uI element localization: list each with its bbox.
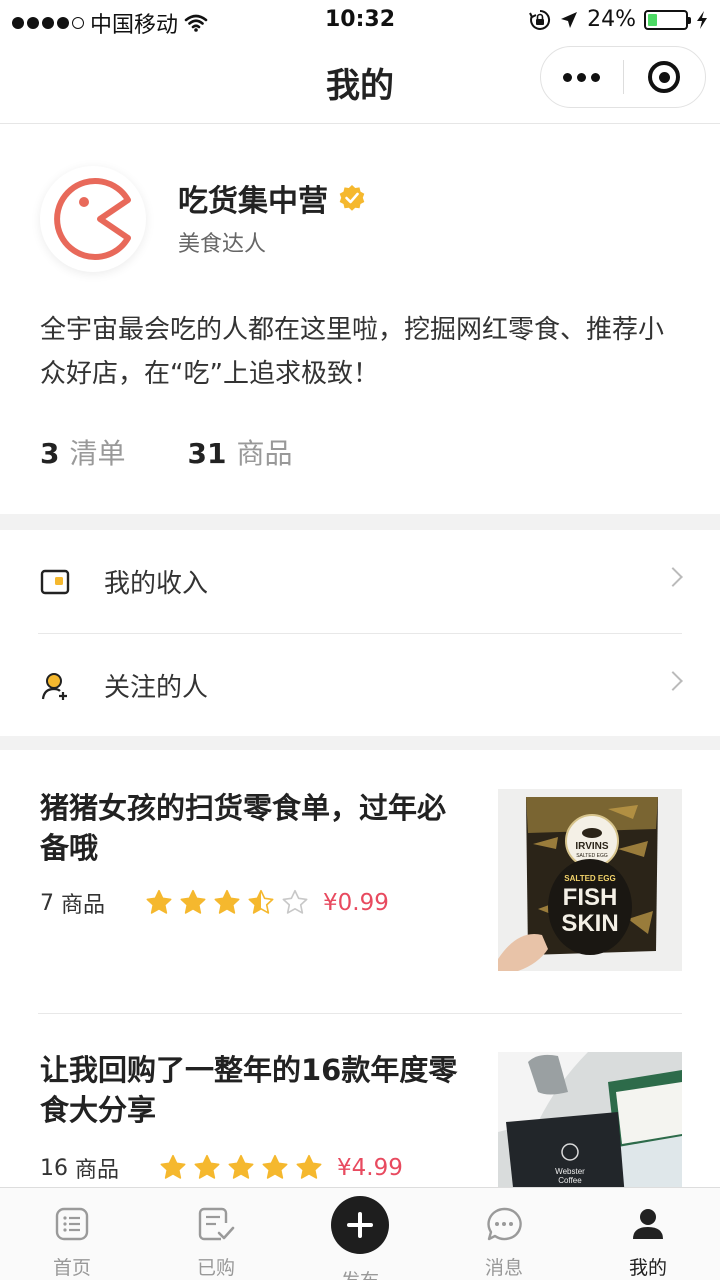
purchased-icon xyxy=(197,1204,235,1243)
home-list-icon xyxy=(54,1204,90,1243)
list-card-meta: 16 商品 ¥4.99 xyxy=(40,1152,403,1184)
orientation-lock-icon xyxy=(529,9,551,30)
list-card-count: 7 xyxy=(40,890,54,916)
list-card-price: ¥0.99 xyxy=(323,890,389,916)
chevron-right-icon xyxy=(663,567,683,587)
thumb-brand-text: Webster xyxy=(555,1167,585,1176)
profile-bio: 全宇宙最会吃的人都在这里啦，挖掘网红零食、推荐小众好店，在“吃”上追求极致！ xyxy=(40,315,665,389)
wallet-icon xyxy=(40,559,86,605)
tab-me-label: 我的 xyxy=(628,1257,667,1279)
person-icon xyxy=(630,1204,666,1243)
star-empty-icon xyxy=(282,889,308,914)
profile-name: 吃货集中营 xyxy=(178,184,328,219)
menu-list: 我的收入 关注的人 xyxy=(0,530,720,737)
star-full-icon xyxy=(194,1154,220,1179)
menu-item-following[interactable]: 关注的人 xyxy=(0,634,720,737)
tab-me[interactable]: 我的 xyxy=(576,1188,720,1280)
profile-role: 美食达人 xyxy=(178,232,267,257)
star-half-icon xyxy=(248,889,274,914)
status-bar: 中国移动 10:32 24% xyxy=(0,0,720,40)
thumb-brand-text: IRVINS xyxy=(575,841,608,852)
tab-publish-label: 发布 xyxy=(341,1266,379,1280)
stat-products[interactable]: 31 商品 xyxy=(188,432,293,472)
tab-home[interactable]: 首页 xyxy=(0,1188,144,1280)
list-card-count: 16 xyxy=(40,1155,68,1181)
tab-messages-label: 消息 xyxy=(484,1257,523,1279)
section-divider xyxy=(0,514,720,530)
star-full-icon xyxy=(160,1154,186,1179)
thumb-sub-text: SALTED EGG xyxy=(576,853,608,859)
thumb-line3-text: SKIN xyxy=(561,910,618,937)
menu-item-income[interactable]: 我的收入 xyxy=(0,530,720,633)
chevron-right-icon xyxy=(663,671,683,691)
list-card-title: 让我回购了一整年的16款年度零食大分享 xyxy=(40,1053,458,1127)
list-card[interactable]: 让我回购了一整年的16款年度零食大分享 16 商品 ¥4.99 Webster … xyxy=(0,1014,720,1187)
verified-badge-icon xyxy=(339,185,365,211)
profile-name-row: 吃货集中营 xyxy=(178,176,366,220)
avatar[interactable] xyxy=(40,166,146,272)
location-arrow-icon xyxy=(561,11,578,28)
list-card-count-label: 商品 xyxy=(61,893,106,918)
message-icon xyxy=(485,1204,523,1243)
pacman-logo-icon xyxy=(54,178,131,260)
star-full-icon xyxy=(228,1154,254,1179)
list-card-title: 猪猪女孩的扫货零食单，过年必备哦 xyxy=(40,791,447,865)
list-card-price: ¥4.99 xyxy=(337,1155,403,1181)
thumb-sub-text: Coffee xyxy=(558,1176,582,1185)
tab-home-label: 首页 xyxy=(52,1257,91,1279)
menu-item-income-label: 我的收入 xyxy=(104,569,209,599)
charging-bolt-icon xyxy=(697,10,707,29)
list-card-count-label: 商品 xyxy=(75,1158,120,1183)
rating-stars xyxy=(159,1154,323,1182)
navigation-bar: 我的 xyxy=(0,40,720,124)
plus-icon[interactable] xyxy=(331,1196,389,1254)
rating-stars xyxy=(145,889,309,917)
thumb-line1-text: SALTED EGG xyxy=(564,874,615,883)
tab-purchased-label: 已购 xyxy=(196,1257,235,1279)
star-full-icon xyxy=(262,1154,288,1179)
stat-lists-label: 清单 xyxy=(69,437,126,470)
stat-products-count: 31 xyxy=(187,437,227,470)
close-target-icon[interactable] xyxy=(624,61,706,93)
tab-bar: 首页 已购 发布 消息 xyxy=(0,1187,720,1280)
list-card[interactable]: 猪猪女孩的扫货零食单，过年必备哦 7 商品 ¥0.99 IRVINS SALTE… xyxy=(0,750,720,1015)
list-card-meta: 7 商品 ¥0.99 xyxy=(40,887,389,919)
stat-products-label: 商品 xyxy=(236,437,293,470)
more-icon[interactable] xyxy=(541,72,623,82)
mini-program-capsule xyxy=(540,46,706,108)
profile-section: 吃货集中营 美食达人 全宇宙最会吃的人都在这里啦，挖掘网红零食、推荐小众好店，在… xyxy=(0,124,720,514)
list-card-thumbnail[interactable]: Webster Coffee xyxy=(498,1052,682,1187)
section-divider xyxy=(0,736,720,750)
star-full-icon xyxy=(214,889,240,914)
tab-publish[interactable]: 发布 xyxy=(288,1188,432,1280)
battery-icon xyxy=(644,9,691,30)
battery-percent: 24% xyxy=(587,7,636,32)
stat-lists[interactable]: 3 清单 xyxy=(40,432,126,472)
list-card-thumbnail[interactable]: IRVINS SALTED EGG SALTED EGG FISH SKIN xyxy=(498,789,682,971)
menu-item-following-label: 关注的人 xyxy=(104,673,209,703)
star-full-icon xyxy=(146,889,172,914)
profile-stats: 3 清单 31 商品 xyxy=(40,432,292,472)
star-full-icon xyxy=(296,1154,322,1179)
star-full-icon xyxy=(180,889,206,914)
thumb-line2-text: FISH xyxy=(563,884,618,911)
user-follow-icon xyxy=(40,663,86,709)
tab-purchased[interactable]: 已购 xyxy=(144,1188,288,1280)
stat-lists-count: 3 xyxy=(40,437,60,470)
tab-messages[interactable]: 消息 xyxy=(432,1188,576,1280)
